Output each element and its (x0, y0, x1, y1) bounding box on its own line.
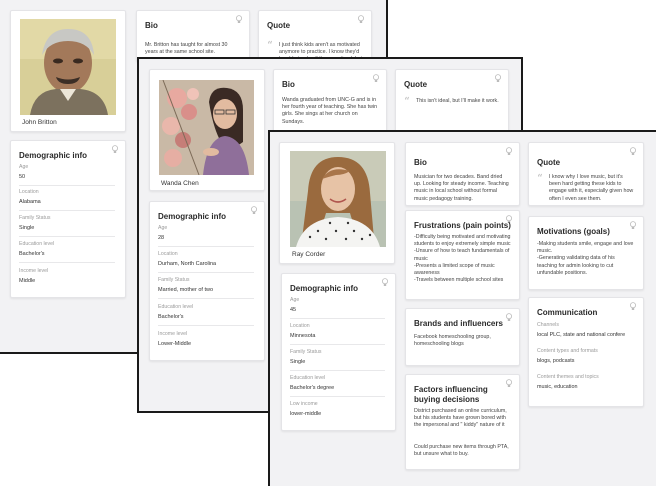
quote-title: Quote (267, 21, 291, 30)
demographic-title: Demographic info (290, 284, 359, 293)
demographic-title: Demographic info (19, 151, 88, 160)
quote-mark-icon: “ (267, 39, 273, 52)
quote-text: This isn't ideal, but I'll make it work. (416, 98, 499, 104)
avatar-wanda-chen (159, 80, 254, 175)
buying-factors-title: Factors influencing buying decisions (414, 385, 488, 404)
demo-field-age: Age 28 (158, 225, 254, 247)
demo-field-income: Income level Middle (19, 268, 49, 284)
demo-field-family-status: Family Status Single (290, 349, 385, 371)
lightbulb-icon[interactable] (372, 74, 380, 83)
demo-field-income: Income level Lower-Middle (158, 331, 192, 347)
demo-field-age: Age 45 (290, 297, 385, 319)
profile-card: Wanda Chen (149, 69, 265, 191)
frustrations-card: Frustrations (pain points) -Difficulty b… (405, 210, 520, 300)
quote-mark-icon: “ (404, 95, 410, 108)
quote-text: I know why I love music, but it's been h… (549, 174, 634, 202)
lightbulb-icon[interactable] (629, 221, 637, 230)
demo-field-location: Location Alabama (19, 189, 115, 211)
lightbulb-icon[interactable] (629, 302, 637, 311)
motivations-title: Motivations (goals) (537, 227, 610, 236)
bio-title: Bio (282, 80, 295, 89)
lightbulb-icon[interactable] (111, 145, 119, 154)
quote-card: Quote “ I just think kids aren't as moti… (258, 10, 372, 62)
bio-text: Musician for two decades. Band dried up.… (414, 174, 509, 202)
bio-card: Bio Musician for two decades. Band dried… (405, 142, 520, 206)
demo-field-education: Education level Bachelor's (19, 241, 115, 263)
quote-title: Quote (537, 158, 561, 167)
lightbulb-icon[interactable] (505, 313, 513, 322)
lightbulb-icon[interactable] (357, 15, 365, 24)
comm-field-channels: Channels local PLC, state and national c… (537, 322, 626, 338)
demographic-title: Demographic info (158, 212, 227, 221)
demo-field-income: Low income lower-middle (290, 401, 322, 417)
demo-field-location: Location Durham, North Carolina (158, 251, 254, 273)
lightbulb-icon[interactable] (629, 147, 637, 156)
persona-name: Wanda Chen (161, 180, 199, 187)
bio-card: Bio Wanda graduated from UNC-G and is in… (273, 69, 387, 133)
lightbulb-icon[interactable] (381, 278, 389, 287)
avatar-john-britton (20, 19, 116, 115)
demo-field-family-status: Family Status Married, mother of two (158, 277, 254, 299)
frustrations-list: -Difficulty being motivated and motivati… (414, 234, 511, 284)
comm-field-content-types: Content types and formats blogs, podcast… (537, 348, 598, 364)
lightbulb-icon[interactable] (505, 147, 513, 156)
brands-card: Brands and influencers Facebook homescho… (405, 308, 520, 366)
brands-title: Brands and influencers (414, 319, 503, 328)
buying-factors-card: Factors influencing buying decisions Dis… (405, 374, 520, 470)
persona-name: Ray Corder (292, 251, 326, 258)
demographic-card: Demographic info Age 50 Location Alabama… (10, 140, 126, 298)
list-item: -Making students smile, engage and love … (537, 241, 634, 255)
demo-field-age: Age 50 (19, 164, 115, 186)
profile-card: John Britton (10, 10, 126, 132)
persona-name: John Britton (22, 119, 57, 126)
quote-mark-icon: “ (537, 172, 543, 185)
avatar-ray-corder (290, 151, 386, 247)
brands-text: Facebook homeschooling group, homeschool… (414, 334, 491, 348)
demo-field-family-status: Family Status Single (19, 215, 115, 237)
buying-factors-text-1: District purchased an online curriculum,… (414, 408, 507, 429)
bio-title: Bio (414, 158, 427, 167)
frustrations-title: Frustrations (pain points) (414, 221, 511, 230)
demographic-card: Demographic info Age 45 Location Minneso… (281, 273, 396, 431)
motivations-card: Motivations (goals) -Making students smi… (528, 216, 644, 290)
comm-field-content-themes: Content themes and topics music, educati… (537, 374, 599, 390)
list-item: -Generating validating data of his teach… (537, 255, 615, 276)
communication-card: Communication Channels local PLC, state … (528, 297, 644, 407)
list-item: -Unsure of how to teach fundamentals of … (414, 248, 510, 262)
bio-title: Bio (145, 21, 158, 30)
demographic-card: Demographic info Age 28 Location Durham,… (149, 201, 265, 361)
profile-card: Ray Corder (279, 142, 395, 264)
bio-text: Wanda graduated from UNC-G and is in her… (282, 97, 378, 125)
quote-title: Quote (404, 80, 428, 89)
demo-field-education: Education level Bachelor's (158, 304, 254, 326)
lightbulb-icon[interactable] (250, 206, 258, 215)
buying-factors-text-2: Could purchase new items through PTA, bu… (414, 444, 509, 458)
demo-field-education: Education level Bachelor's degree (290, 375, 385, 397)
lightbulb-icon[interactable] (494, 74, 502, 83)
motivations-list: -Making students smile, engage and love … (537, 241, 635, 277)
bio-card: Bio Mr. Britton has taught for almost 30… (136, 10, 250, 62)
bio-text: Mr. Britton has taught for almost 30 yea… (145, 42, 228, 56)
list-item: -Travels between multiple school sites (414, 277, 504, 284)
persona-board-ray-corder: Ray Corder Bio Musician for two decades.… (268, 130, 656, 486)
communication-title: Communication (537, 308, 598, 317)
demo-field-location: Location Minnesota (290, 323, 385, 345)
list-item: -Presents a limited scope of music aware… (414, 262, 495, 277)
list-item: -Difficulty being motivated and motivati… (414, 234, 511, 248)
quote-card: Quote “ This isn't ideal, but I'll make … (395, 69, 509, 133)
lightbulb-icon[interactable] (235, 15, 243, 24)
quote-card: Quote “ I know why I love music, but it'… (528, 142, 644, 206)
